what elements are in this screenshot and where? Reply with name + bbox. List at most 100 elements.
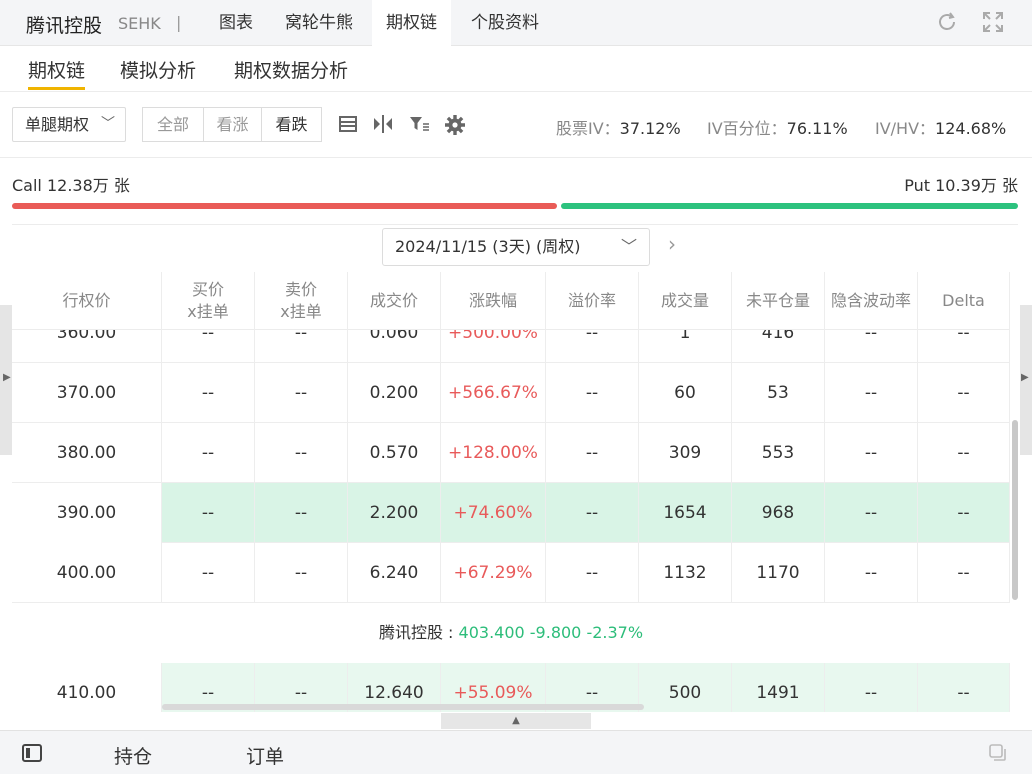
cell-strike: 390.00 — [12, 483, 162, 543]
cell-implied-vol: -- — [825, 330, 918, 363]
cell-delta: -- — [918, 483, 1010, 543]
cell-bid: -- — [162, 363, 255, 423]
cell-premium-rate: -- — [546, 483, 639, 543]
cell-change-pct: +74.60% — [441, 483, 546, 543]
table-row[interactable]: 400.00 -- -- 6.240 +67.29% -- 1132 1170 -- -- — [12, 543, 1010, 603]
cell-implied-vol: -- — [825, 483, 918, 543]
column-header-delta[interactable]: Delta — [918, 272, 1010, 330]
gear-icon[interactable] — [444, 114, 466, 136]
tab-warrants[interactable]: 窝轮牛熊 — [271, 0, 367, 46]
cell-change-pct: +500.00% — [441, 330, 546, 363]
cell-delta: -- — [918, 663, 1010, 712]
filter-all-button[interactable]: 全部 — [142, 107, 204, 142]
stock-name: 腾讯控股 — [26, 15, 103, 37]
horizontal-scrollbar[interactable] — [162, 704, 644, 710]
sub-tabs: 期权链 模拟分析 期权数据分析 — [0, 46, 1032, 92]
expand-left-icon[interactable]: ▶ — [3, 372, 11, 383]
strategy-select-value: 单腿期权 — [25, 115, 90, 134]
sidebar-toggle-icon[interactable] — [22, 743, 42, 763]
underlying-name: 腾讯控股 : — [378, 623, 459, 642]
stock-iv-value: 37.12% — [619, 119, 681, 138]
bottom-bar: 持仓 订单 — [0, 730, 1032, 774]
stock-iv-stat: 股票IV：37.12% — [556, 115, 681, 139]
fullscreen-icon[interactable] — [980, 10, 1006, 36]
cell-implied-vol: -- — [825, 663, 918, 712]
cell-volume: 60 — [639, 363, 732, 423]
column-header-strike[interactable]: 行权价 — [12, 272, 162, 330]
iv-hv-value: 124.68% — [935, 119, 1007, 138]
tab-chart[interactable]: 图表 — [205, 0, 267, 46]
table-row[interactable]: 390.00 -- -- 2.200 +74.60% -- 1654 968 -- -- — [12, 483, 1010, 543]
iv-percentile-label: IV百分位： — [707, 119, 787, 138]
expand-right-icon[interactable]: ▶ — [1021, 372, 1029, 383]
cell-premium-rate: -- — [546, 363, 639, 423]
cell-ask: -- — [255, 330, 348, 363]
tab-option-chain[interactable]: 期权链 — [372, 0, 451, 46]
subtab-option-chain[interactable]: 期权链 — [28, 56, 86, 90]
cell-last-price: 2.200 — [348, 483, 441, 543]
table-icon[interactable] — [337, 114, 359, 136]
stock-iv-label: 股票IV： — [556, 119, 620, 138]
cell-last-price: 0.060 — [348, 330, 441, 363]
cell-delta: -- — [918, 423, 1010, 483]
cell-strike: 400.00 — [12, 543, 162, 603]
column-header-last-price[interactable]: 成交价 — [348, 272, 441, 330]
cell-open-interest: 416 — [732, 330, 825, 363]
chevron-down-icon: ﹀ — [620, 237, 637, 256]
cell-premium-rate: -- — [546, 543, 639, 603]
cell-strike: 380.00 — [12, 423, 162, 483]
cell-open-interest: 1491 — [732, 663, 825, 712]
expiry-select-value: 2024/11/15 (3天) (周权) — [395, 237, 581, 256]
chevron-down-icon: ﹀ — [101, 116, 115, 132]
column-header-ask[interactable]: 卖价 x挂单 — [255, 272, 348, 330]
column-header-change-pct[interactable]: 涨跌幅 — [441, 272, 546, 330]
cell-strike: 410.00 — [12, 663, 162, 712]
cell-open-interest: 968 — [732, 483, 825, 543]
column-header-volume[interactable]: 成交量 — [639, 272, 732, 330]
orders-tab[interactable]: 订单 — [246, 742, 284, 769]
cell-change-pct: +128.00% — [441, 423, 546, 483]
filter-put-button[interactable]: 看跌 — [261, 107, 322, 142]
refresh-icon[interactable] — [934, 10, 960, 36]
exchange-label: SEHK — [118, 14, 161, 33]
cell-volume: 309 — [639, 423, 732, 483]
cell-ask: -- — [255, 363, 348, 423]
collapse-panel-handle[interactable]: ▲ — [441, 713, 591, 729]
cell-bid: -- — [162, 423, 255, 483]
column-header-premium-rate[interactable]: 溢价率 — [546, 272, 639, 330]
cell-bid: -- — [162, 543, 255, 603]
cell-volume: 1 — [639, 330, 732, 363]
subtab-simulation[interactable]: 模拟分析 — [120, 56, 196, 83]
cell-ask: -- — [255, 423, 348, 483]
cell-open-interest: 53 — [732, 363, 825, 423]
column-header-implied-vol[interactable]: 隐含波动率 — [825, 272, 918, 330]
cell-change-pct: +67.29% — [441, 543, 546, 603]
iv-hv-label: IV/HV： — [875, 119, 936, 138]
column-header-bid[interactable]: 买价 x挂单 — [162, 272, 255, 330]
cell-ask: -- — [255, 543, 348, 603]
subtab-option-data[interactable]: 期权数据分析 — [234, 56, 348, 83]
cell-open-interest: 553 — [732, 423, 825, 483]
copy-icon[interactable] — [988, 743, 1008, 763]
vertical-scrollbar[interactable] — [1012, 420, 1018, 600]
cell-strike: 370.00 — [12, 363, 162, 423]
tab-profile[interactable]: 个股资料 — [457, 0, 553, 46]
table-row[interactable]: 360.00 -- -- 0.060 +500.00% -- 1 416 -- -- — [12, 330, 1010, 363]
positions-tab[interactable]: 持仓 — [114, 742, 152, 769]
filter-icon[interactable] — [408, 114, 430, 136]
cell-delta: -- — [918, 543, 1010, 603]
filter-call-button[interactable]: 看涨 — [203, 107, 262, 142]
strategy-select[interactable]: 单腿期权 ﹀ — [12, 107, 126, 142]
iv-percentile-value: 76.11% — [786, 119, 848, 138]
table-row[interactable]: 370.00 -- -- 0.200 +566.67% -- 60 53 -- -- — [12, 363, 1010, 423]
column-header-open-interest[interactable]: 未平仓量 — [732, 272, 825, 330]
put-volume-bar — [561, 203, 1018, 209]
cell-premium-rate: -- — [546, 330, 639, 363]
split-icon[interactable] — [372, 114, 394, 136]
table-row[interactable]: 380.00 -- -- 0.570 +128.00% -- 309 553 -- -- — [12, 423, 1010, 483]
cell-delta: -- — [918, 363, 1010, 423]
expiry-select[interactable]: 2024/11/15 (3天) (周权) ﹀ — [382, 228, 650, 266]
cell-premium-rate: -- — [546, 423, 639, 483]
iv-hv-stat: IV/HV：124.68% — [875, 115, 1006, 139]
next-expiry-arrow-icon[interactable]: › — [668, 232, 676, 256]
